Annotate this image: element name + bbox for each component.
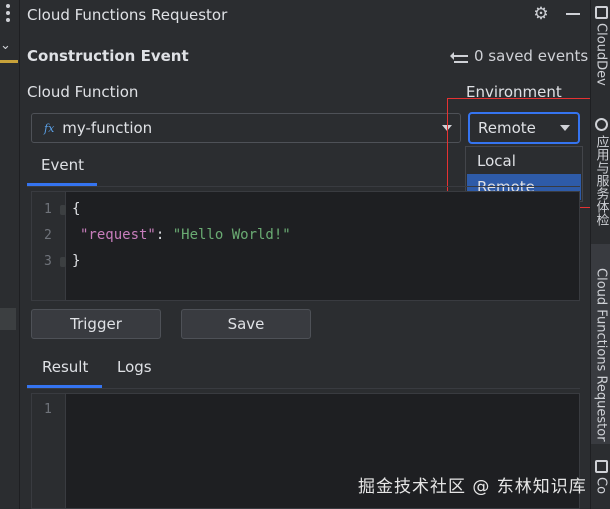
environment-option-local[interactable]: Local	[467, 148, 581, 174]
saved-events-label: 0 saved events	[474, 47, 589, 65]
line-number: 3	[44, 254, 52, 269]
function-icon: fx	[44, 121, 55, 135]
tab-logs[interactable]: Logs	[117, 358, 152, 376]
cloud-function-label: Cloud Function	[27, 83, 139, 101]
cloud-function-value: my-function	[62, 119, 153, 137]
environment-select[interactable]: Remote	[468, 112, 580, 144]
editor-gutter: 1 2 3	[32, 192, 66, 300]
code-close-brace: }	[72, 253, 81, 269]
co-icon	[594, 460, 608, 473]
cloud-functions-requestor-panel: Cloud Functions Requestor ⚙ Construction…	[20, 0, 610, 509]
tool-tab-clouddev-label: CloudDev	[593, 23, 609, 86]
event-editor[interactable]: 1 2 3 { "request": "Hello World!" }	[31, 191, 580, 301]
tool-tab-co[interactable]: Co	[591, 460, 610, 509]
right-tool-bar: CloudDev 应用与服务体检 Cloud Functions Request…	[590, 0, 610, 509]
tool-tab-requestor-label: Cloud Functions Requestor	[593, 268, 609, 442]
panel-title: Cloud Functions Requestor	[27, 6, 228, 24]
tabs-divider	[27, 186, 580, 187]
cloud-function-select[interactable]: fx my-function	[31, 113, 461, 143]
clouddev-icon	[594, 6, 608, 19]
minimize-icon[interactable]	[566, 13, 580, 15]
line-number: 2	[44, 228, 52, 243]
saved-events-button[interactable]: 0 saved events	[450, 47, 588, 65]
tab-result[interactable]: Result	[42, 358, 88, 376]
tabs-divider	[27, 388, 580, 389]
left-selection-marker	[0, 308, 16, 330]
code-open-brace: {	[72, 201, 81, 217]
trigger-button[interactable]: Trigger	[31, 309, 161, 339]
dropdown-arrow-icon	[560, 125, 570, 131]
watermark: 掘金技术社区 @ 东林知识库	[358, 477, 587, 497]
tool-tab-cloud-functions-requestor[interactable]: Cloud Functions Requestor	[591, 244, 610, 444]
saved-list-icon	[450, 49, 468, 63]
json-key: "request"	[80, 227, 156, 243]
tool-tab-service-check[interactable]: 应用与服务体检	[591, 118, 610, 238]
tool-tab-clouddev[interactable]: CloudDev	[591, 6, 610, 98]
panel-titlebar: Cloud Functions Requestor	[20, 0, 590, 30]
line-number: 1	[44, 202, 52, 217]
tab-event[interactable]: Event	[41, 156, 84, 174]
dropdown-arrow-icon	[442, 125, 452, 131]
fold-marker-icon[interactable]	[60, 205, 66, 215]
fold-marker-icon[interactable]	[60, 257, 66, 267]
environment-value: Remote	[478, 119, 536, 137]
tool-tab-service-check-label: 应用与服务体检	[593, 135, 609, 226]
more-options-icon[interactable]	[6, 4, 10, 22]
code-line-3: }	[72, 253, 80, 269]
save-button[interactable]: Save	[181, 309, 311, 339]
line-number: 1	[44, 402, 52, 417]
code-line-2: "request": "Hello World!"	[80, 227, 291, 243]
json-colon: :	[155, 227, 173, 243]
service-check-icon	[594, 118, 608, 131]
gear-icon[interactable]: ⚙	[532, 5, 550, 23]
chevron-down-icon[interactable]: ⌄	[0, 38, 11, 53]
tool-tab-co-label: Co	[593, 477, 609, 495]
environment-label: Environment	[466, 83, 562, 101]
section-title: Construction Event	[27, 47, 189, 65]
code-line-1: {	[72, 201, 80, 217]
result-gutter: 1	[32, 394, 66, 508]
left-tool-strip: ⌄	[0, 0, 20, 509]
active-tab-marker	[0, 60, 18, 63]
json-value: "Hello World!"	[172, 227, 291, 243]
